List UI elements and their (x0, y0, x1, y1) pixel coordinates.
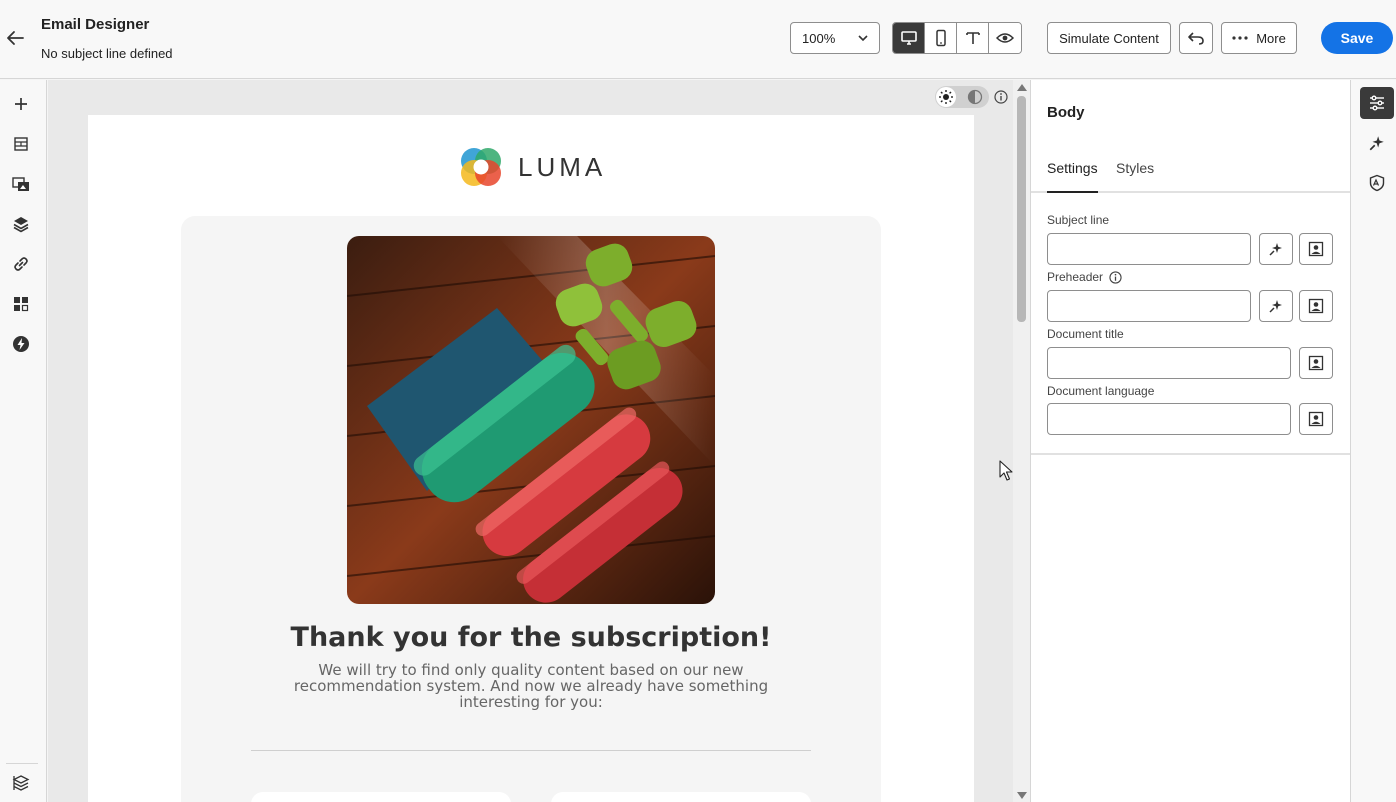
subject-line-label: Subject line (1047, 213, 1109, 227)
top-header: Email Designer No subject line defined 1… (0, 0, 1396, 79)
theme-toggle[interactable] (935, 86, 989, 108)
assets-icon[interactable] (10, 173, 32, 195)
personalize-icon (1308, 241, 1324, 257)
hero-image[interactable] (347, 236, 715, 604)
page-title: Email Designer (41, 16, 150, 33)
mobile-icon (935, 29, 946, 47)
subject-personalize-button[interactable] (1299, 233, 1333, 265)
preheader-personalize-button[interactable] (1299, 290, 1333, 322)
undo-icon (1188, 32, 1204, 45)
desktop-view-button[interactable] (893, 23, 925, 53)
canvas-scrollbar[interactable] (1013, 80, 1030, 802)
left-toolbar (0, 80, 47, 802)
shield-check-icon (1369, 174, 1385, 192)
subject-ai-button[interactable] (1259, 233, 1293, 265)
structure-icon[interactable] (10, 133, 32, 155)
sliders-icon (1370, 95, 1384, 111)
personalize-icon (1308, 411, 1324, 427)
divider[interactable] (251, 750, 811, 751)
document-language-personalize-button[interactable] (1299, 403, 1333, 435)
mobile-view-button[interactable] (925, 23, 957, 53)
preview-button[interactable] (989, 23, 1021, 53)
info-icon[interactable] (994, 90, 1008, 109)
document-title-label-text: Document title (1047, 327, 1124, 341)
panel-tabs: Settings Styles (1031, 160, 1351, 193)
settings-sliders-button[interactable] (1360, 87, 1394, 119)
more-label: More (1256, 30, 1286, 46)
layers-icon[interactable] (10, 213, 32, 235)
document-language-label: Document language (1047, 384, 1154, 398)
personalize-icon (1308, 298, 1324, 314)
sparkle-icon (1269, 300, 1282, 313)
more-button[interactable]: More (1221, 22, 1297, 54)
subject-line-input[interactable] (1047, 233, 1251, 265)
ellipsis-icon (1232, 36, 1248, 40)
fragments-icon[interactable] (10, 293, 32, 315)
panel-title: Body (1047, 104, 1085, 121)
sparkle-icon (1369, 136, 1384, 151)
zoom-value: 100% (802, 30, 836, 46)
sun-icon (936, 87, 956, 107)
ai-assistant-button[interactable] (1360, 127, 1394, 159)
product-card-right[interactable] (551, 792, 811, 802)
paragraph-line-3: interesting for you: (459, 693, 603, 711)
scroll-down-arrow-icon[interactable] (1017, 792, 1027, 799)
properties-panel: Body Settings Styles Subject line Prehea… (1030, 80, 1351, 802)
text-view-button[interactable] (957, 23, 989, 53)
email-paragraph[interactable]: We will try to find only quality content… (291, 662, 771, 710)
info-icon[interactable] (1109, 270, 1122, 284)
eye-icon (996, 33, 1014, 43)
email-body[interactable]: LUMA Thank you for the subscription! We … (88, 115, 974, 802)
luma-logo[interactable]: LUMA (458, 144, 606, 190)
scroll-up-arrow-icon[interactable] (1017, 84, 1027, 91)
subject-line-label-text: Subject line (1047, 213, 1110, 227)
undo-button[interactable] (1179, 22, 1213, 54)
preheader-label-text: Preheader (1047, 270, 1104, 284)
chevron-down-icon (857, 32, 869, 47)
content-card[interactable]: Thank you for the subscription! We will … (181, 216, 881, 802)
document-title-input[interactable] (1047, 347, 1291, 379)
document-language-label-text: Document language (1047, 384, 1155, 398)
device-toggle-group (892, 22, 1022, 54)
mouse-cursor-icon (999, 460, 1013, 487)
tab-styles[interactable]: Styles (1116, 160, 1154, 193)
email-canvas[interactable]: LUMA Thank you for the subscription! We … (48, 80, 1013, 802)
desktop-icon (900, 31, 917, 45)
rail-divider (6, 763, 38, 764)
document-language-input[interactable] (1047, 403, 1291, 435)
page-subtitle: No subject line defined (41, 46, 173, 61)
product-card-left[interactable] (251, 792, 511, 802)
link-icon[interactable] (10, 253, 32, 275)
document-title-label: Document title (1047, 327, 1124, 341)
save-button[interactable]: Save (1321, 22, 1393, 54)
tab-settings[interactable]: Settings (1047, 160, 1098, 193)
text-icon (965, 32, 980, 44)
paragraph-line-1: We will try to find only quality content… (318, 661, 744, 679)
right-toolbar (1350, 80, 1396, 802)
zoom-select[interactable]: 100% (790, 22, 880, 54)
scroll-thumb[interactable] (1017, 96, 1026, 322)
simulate-content-button[interactable]: Simulate Content (1047, 22, 1171, 54)
back-arrow-icon[interactable] (4, 27, 26, 49)
paragraph-line-2: recommendation system. And now we alread… (293, 677, 769, 695)
layers-panel-icon[interactable] (10, 772, 32, 794)
personalize-icon (1308, 355, 1324, 371)
document-title-personalize-button[interactable] (1299, 347, 1333, 379)
add-icon[interactable] (10, 93, 32, 115)
lightning-icon[interactable] (10, 333, 32, 355)
logo-text: LUMA (518, 151, 607, 182)
app-root: Email Designer No subject line defined 1… (0, 0, 1396, 802)
preheader-ai-button[interactable] (1259, 290, 1293, 322)
panel-divider (1031, 453, 1351, 455)
luma-logo-icon (461, 148, 501, 186)
sparkle-icon (1269, 243, 1282, 256)
accessibility-check-button[interactable] (1360, 167, 1394, 199)
preheader-label: Preheader (1047, 270, 1122, 284)
contrast-icon (967, 89, 983, 110)
email-heading[interactable]: Thank you for the subscription! (181, 622, 881, 653)
preheader-input[interactable] (1047, 290, 1251, 322)
